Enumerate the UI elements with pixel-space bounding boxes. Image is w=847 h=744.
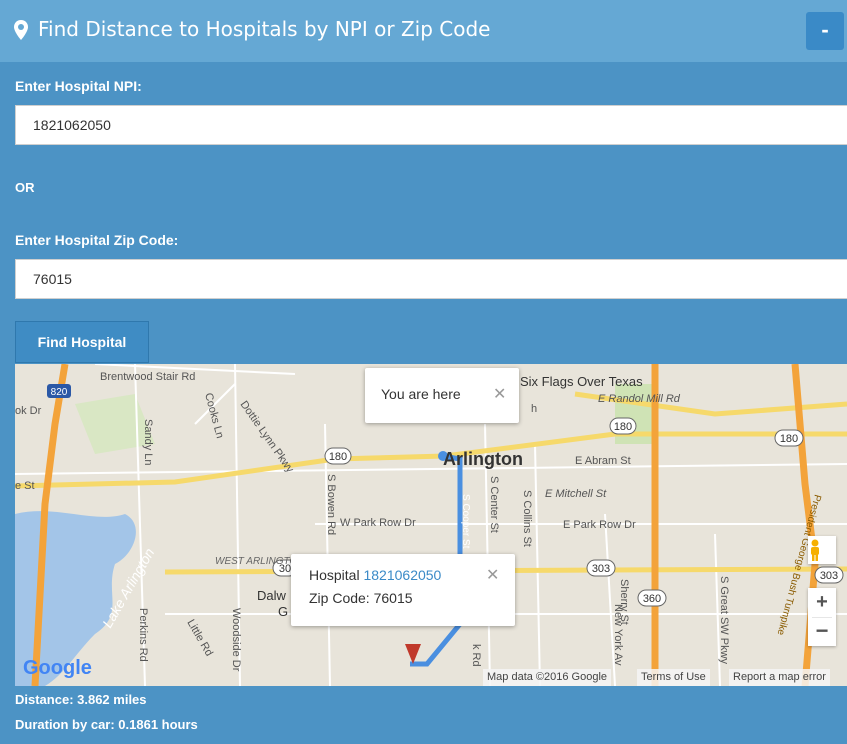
map-label: G <box>278 604 288 619</box>
street-view-pegman-icon[interactable] <box>808 536 836 564</box>
panel-header: Find Distance to Hospitals by NPI or Zip… <box>0 0 847 62</box>
npi-label: Enter Hospital NPI: <box>15 78 142 94</box>
hospital-label: Hospital 1821062050 <box>309 567 441 583</box>
highway-shield: 820 <box>47 384 71 398</box>
zoom-out-button[interactable]: − <box>808 618 836 646</box>
shield-label: 303 <box>592 563 610 575</box>
hospital-zip-text: Zip Code: 76015 <box>309 590 413 606</box>
map-label: Six Flags Over Texas <box>520 374 643 389</box>
map-label: Arlington <box>443 449 523 469</box>
highway-shield: 303 <box>586 559 616 577</box>
map-label: S Collins St <box>521 490 533 547</box>
highway-shield: 180 <box>324 447 352 465</box>
map-label: Sherry St <box>618 579 630 625</box>
map-label: Dalw <box>257 588 287 603</box>
zip-input[interactable]: 76015 <box>15 259 847 299</box>
shield-label: 360 <box>643 593 661 605</box>
map-label: W Park Row Dr <box>340 517 416 529</box>
hospital-npi-link[interactable]: 1821062050 <box>363 567 441 583</box>
map-marker-icon <box>14 20 28 40</box>
map-label: Sandy Ln <box>142 419 154 465</box>
map-view[interactable]: 820 180 180 180 303 360 303 30 Brentwood… <box>15 364 847 686</box>
google-logo: Google <box>23 657 92 679</box>
map-label: E Park Row Dr <box>563 519 636 531</box>
terms-of-use-link[interactable]: Terms of Use <box>637 669 710 686</box>
or-text: OR <box>15 180 35 195</box>
close-icon[interactable]: ✕ <box>486 565 499 585</box>
shield-label: 820 <box>51 387 68 398</box>
zoom-controls: + − <box>808 588 836 646</box>
distance-text: Distance: 3.862 miles <box>15 692 147 707</box>
map-label: Perkins Rd <box>137 608 149 662</box>
find-hospital-button[interactable]: Find Hospital <box>15 321 149 363</box>
map-label: ok Dr <box>15 405 42 417</box>
hospital-distance-panel: Find Distance to Hospitals by NPI or Zip… <box>0 0 847 744</box>
highway-shield: 180 <box>774 429 804 447</box>
report-map-error-link[interactable]: Report a map error <box>729 669 830 686</box>
highway-shield: 180 <box>609 417 637 435</box>
map-label: k Rd <box>470 644 482 667</box>
panel-title: Find Distance to Hospitals by NPI or Zip… <box>38 17 491 41</box>
you-are-here-text: You are here <box>381 386 461 402</box>
map-label: E Randol Mill Rd <box>598 393 681 405</box>
map-label: Woodside Dr <box>230 608 242 672</box>
npi-input[interactable]: 1821062050 <box>15 105 847 145</box>
map-label: Brentwood Stair Rd <box>100 371 195 383</box>
zip-label: Enter Hospital Zip Code: <box>15 232 179 248</box>
map-label: e St <box>15 480 35 492</box>
hospital-prefix: Hospital <box>309 567 360 583</box>
map-label: S Center St <box>488 476 500 533</box>
map-attribution: Map data ©2016 Google <box>483 669 612 686</box>
duration-text: Duration by car: 0.1861 hours <box>15 717 198 732</box>
close-icon[interactable]: ✕ <box>493 384 506 404</box>
you-are-here-infowindow: You are here ✕ <box>365 368 519 423</box>
map-label: E Mitchell St <box>545 488 607 500</box>
map-label: S Bowen Rd <box>325 474 337 535</box>
hospital-infowindow: Hospital 1821062050 Zip Code: 76015 ✕ <box>291 554 515 626</box>
highway-shield: 303 <box>814 566 844 584</box>
map-label: S Cooper St <box>460 494 471 549</box>
highway-shield: 360 <box>637 589 667 607</box>
shield-label: 180 <box>780 433 798 445</box>
map-label: S Great SW Pkwy <box>718 576 730 665</box>
shield-label: 180 <box>329 451 347 463</box>
shield-label: 303 <box>820 570 838 582</box>
collapse-button[interactable]: - <box>806 12 844 50</box>
shield-label: 180 <box>614 421 632 433</box>
map-label: h <box>531 403 537 415</box>
results-footer: Distance: 3.862 miles Duration by car: 0… <box>0 686 847 744</box>
zoom-in-button[interactable]: + <box>808 588 836 617</box>
map-label: E Abram St <box>575 455 631 467</box>
